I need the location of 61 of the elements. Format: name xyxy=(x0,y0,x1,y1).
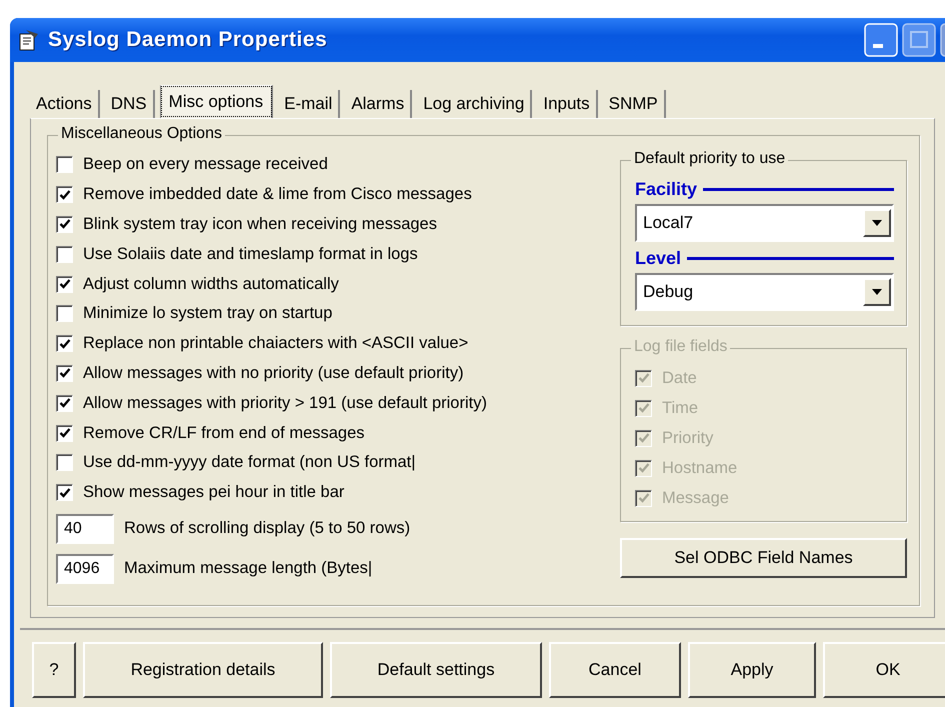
checkbox-label: Blink system tray icon when receiving messages xyxy=(83,214,437,234)
checkbox-label: Priority xyxy=(662,428,714,448)
checkbox[interactable] xyxy=(56,186,73,204)
tab[interactable]: Inputs xyxy=(537,90,598,118)
facility-heading: Facility xyxy=(635,179,698,200)
dialog-button[interactable]: Apply xyxy=(688,642,816,698)
checkbox-label: Allow messages with no priority (use default priority) xyxy=(83,364,464,383)
dropdown-arrow-icon[interactable] xyxy=(872,220,882,226)
checkbox-label: Hostname xyxy=(662,458,738,478)
tab[interactable]: E-mail xyxy=(278,90,340,118)
maximize-icon xyxy=(902,23,936,57)
level-heading: Level xyxy=(635,248,682,269)
dropdown-arrow-icon[interactable] xyxy=(872,289,882,295)
odbc-names-button[interactable]: Sel ODBC Field Names xyxy=(620,538,907,578)
checkbox[interactable] xyxy=(56,424,73,442)
checkbox[interactable] xyxy=(56,335,73,352)
checkbox-label: Allow messages with priority > 191 (use default priority) xyxy=(83,394,487,413)
facility-dropdown[interactable]: Local7 xyxy=(635,204,894,242)
group-title: Default priority to use xyxy=(631,150,788,168)
property-sheet-icon xyxy=(18,29,40,51)
minimize-icon[interactable] xyxy=(864,23,898,57)
checkbox[interactable] xyxy=(56,276,73,293)
dialog-button[interactable]: ? xyxy=(32,642,76,698)
dialog-button[interactable]: Default settings xyxy=(330,642,542,698)
checkbox-label: Remove imbedded date & lime from Cisco messages xyxy=(83,185,472,204)
tab[interactable]: DNS xyxy=(104,90,155,118)
checkbox-label: Date xyxy=(662,368,697,388)
checkbox-label: Beep on every message received xyxy=(83,155,328,174)
checkbox[interactable] xyxy=(56,156,73,174)
checkbox-label: Replace non printable chaiacters with <ASCII value> xyxy=(83,334,468,354)
group-title: Miscellaneous Options xyxy=(58,125,225,143)
checkbox-label: Adjust column widths automatically xyxy=(83,274,339,294)
level-dropdown[interactable]: Debug xyxy=(635,273,894,311)
tab[interactable]: Actions xyxy=(30,90,100,118)
group-title: Log file fields xyxy=(631,338,730,356)
dialog-button[interactable]: OK xyxy=(823,642,945,698)
tab[interactable]: Log archiving xyxy=(417,90,532,118)
field-label: Rows of scrolling display (5 to 50 rows) xyxy=(124,519,410,538)
window-title: Syslog Daemon Properties xyxy=(48,28,328,52)
tab[interactable]: SNMP xyxy=(602,90,666,118)
tab[interactable]: Misc options xyxy=(160,85,274,118)
checkbox[interactable] xyxy=(56,394,73,412)
field-label: Maximum message length (Bytes| xyxy=(124,559,372,578)
checkbox[interactable] xyxy=(56,484,73,502)
dialog-button[interactable]: Cancel xyxy=(549,642,681,698)
checkbox[interactable] xyxy=(56,246,73,263)
checkbox[interactable] xyxy=(56,454,73,472)
checkbox-label: Minimize lo system tray on startup xyxy=(83,304,332,324)
checkbox-label: Use dd-mm-yyyy date format (non US format| xyxy=(83,453,416,472)
tab[interactable]: Alarms xyxy=(345,90,412,118)
checkbox-label: Message xyxy=(662,488,729,508)
number-field[interactable]: 4096 xyxy=(56,554,114,584)
checkbox-label: Show messages pei hour in title bar xyxy=(83,483,344,502)
checkbox-label: Remove CR/LF from end of messages xyxy=(83,424,365,443)
checkbox[interactable] xyxy=(56,364,73,382)
checkbox[interactable] xyxy=(56,216,73,233)
number-field[interactable]: 40 xyxy=(56,514,114,544)
checkbox[interactable] xyxy=(56,305,73,322)
dialog-button[interactable]: Registration details xyxy=(83,642,323,698)
checkbox-label: Use Solaiis date and timeslamp format in logs xyxy=(83,244,418,264)
checkbox-label: Time xyxy=(662,398,698,418)
